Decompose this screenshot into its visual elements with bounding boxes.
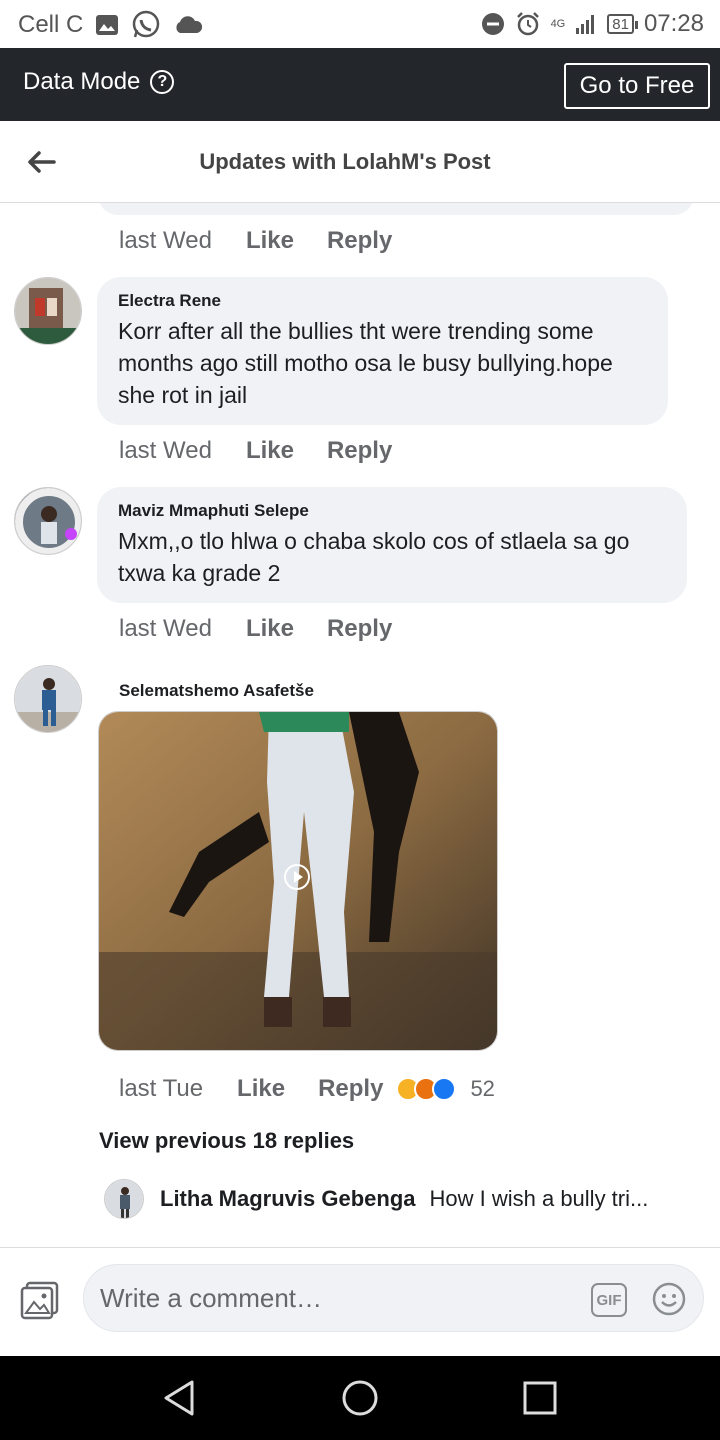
avatar[interactable]: [14, 487, 82, 555]
signal-icon: [576, 15, 595, 34]
alarm-icon: [516, 12, 539, 36]
reply-preview[interactable]: Litha Magruvis Gebenga How I wish a bull…: [104, 1179, 684, 1219]
data-mode-bar: Data Mode ? Go to Free: [0, 48, 720, 121]
system-nav-bar: [0, 1356, 720, 1440]
help-icon[interactable]: ?: [150, 70, 175, 94]
go-to-free-button[interactable]: Go to Free: [564, 63, 710, 109]
like-button[interactable]: Like: [246, 615, 294, 643]
like-button[interactable]: Like: [246, 227, 294, 255]
reply-text: How I wish a bully tri...: [429, 1186, 649, 1211]
comment-author[interactable]: Selematshemo Asafetše: [119, 681, 314, 701]
data-mode-label[interactable]: Data Mode ?: [23, 68, 175, 96]
status-right: 4G 81 07:28: [481, 10, 704, 38]
reply-author[interactable]: Litha Magruvis Gebenga: [160, 1186, 416, 1212]
comment-meta: last Tue Like Reply 52: [119, 1075, 495, 1103]
like-button[interactable]: Like: [237, 1075, 285, 1103]
cloud-icon: [176, 16, 203, 33]
comment-time: last Tue: [119, 1075, 204, 1102]
data-mode-text: Data Mode: [23, 68, 141, 95]
comment-input[interactable]: [100, 1275, 580, 1321]
comment-bubble: Electra Rene Korr after all the bullies …: [97, 277, 668, 425]
reaction-summary[interactable]: 52: [396, 1076, 495, 1102]
play-icon[interactable]: [284, 864, 310, 890]
reply-button[interactable]: Reply: [327, 437, 392, 465]
comment-time: last Wed: [119, 437, 212, 464]
reply-button[interactable]: Reply: [327, 615, 392, 643]
comment-meta: last Wed Like Reply: [119, 615, 425, 643]
comment-meta: last Wed Like Reply: [119, 227, 425, 255]
dnd-icon: [481, 13, 504, 35]
back-nav-icon[interactable]: [160, 1378, 200, 1418]
emoji-icon[interactable]: [652, 1282, 686, 1316]
carrier-label: Cell C: [18, 11, 84, 38]
reaction-count: 52: [470, 1076, 495, 1101]
photo-icon[interactable]: [20, 1280, 60, 1320]
gallery-icon: [96, 15, 119, 35]
comment-text: Korr after all the bullies tht were tren…: [118, 318, 613, 408]
gif-icon[interactable]: GIF: [591, 1283, 627, 1317]
video-attachment[interactable]: [98, 711, 498, 1051]
page-header: Updates with LolahM's Post: [0, 121, 720, 203]
avatar[interactable]: [104, 1179, 144, 1219]
like-reaction-icon: [432, 1077, 457, 1101]
avatar[interactable]: [14, 277, 82, 345]
view-previous-replies-link[interactable]: View previous 18 replies: [99, 1128, 354, 1154]
battery-level: 81: [612, 15, 629, 33]
home-nav-icon[interactable]: [340, 1378, 380, 1418]
clock: 07:28: [643, 10, 704, 37]
comment-composer: GIF: [0, 1247, 720, 1356]
status-left: Cell C: [18, 10, 203, 40]
comment-time: last Wed: [119, 615, 212, 642]
comment-author[interactable]: Maviz Mmaphuti Selepe: [118, 501, 666, 521]
reply-button[interactable]: Reply: [327, 227, 392, 255]
status-bar: Cell C 4G 81 07:28: [0, 0, 720, 48]
comment-input-container[interactable]: GIF: [83, 1264, 704, 1332]
whatsapp-icon: [133, 10, 160, 38]
network-type: 4G: [550, 17, 566, 30]
page-title: Updates with LolahM's Post: [199, 149, 491, 174]
avatar[interactable]: [14, 665, 82, 733]
comment-author[interactable]: Electra Rene: [118, 291, 647, 311]
recents-nav-icon[interactable]: [520, 1378, 560, 1418]
previous-comment-bubble: [98, 203, 694, 215]
comment-time: last Wed: [119, 227, 212, 254]
comment-meta: last Wed Like Reply: [119, 437, 425, 465]
comment-text: Mxm,,o tlo hlwa o chaba skolo cos of stl…: [118, 528, 630, 586]
battery-icon: 81: [607, 14, 638, 34]
comment-bubble: Maviz Mmaphuti Selepe Mxm,,o tlo hlwa o …: [97, 487, 687, 603]
like-button[interactable]: Like: [246, 437, 294, 465]
reply-button[interactable]: Reply: [318, 1075, 383, 1103]
comments-list[interactable]: last Wed Like Reply Electra Rene Korr af…: [0, 203, 720, 1247]
